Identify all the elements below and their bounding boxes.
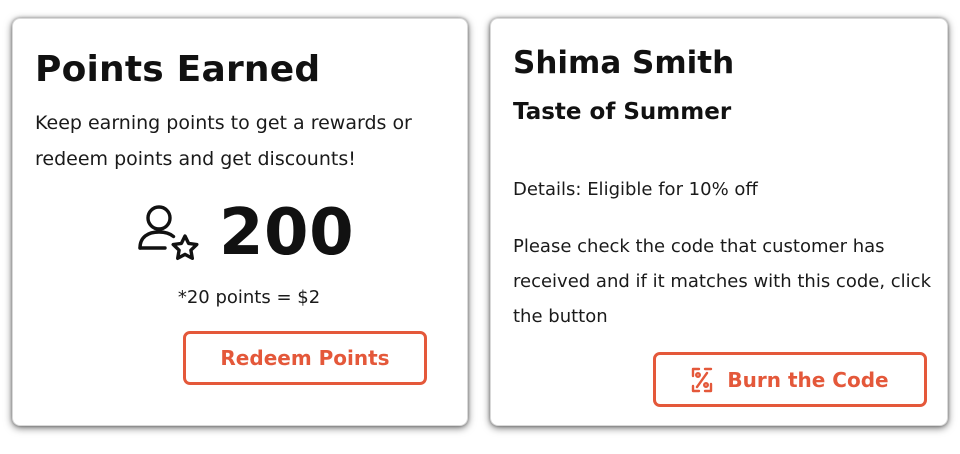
promotion-title: Taste of Summer — [513, 99, 732, 125]
burn-code-button[interactable]: Burn the Code — [653, 352, 927, 407]
percent-ticket-icon — [692, 367, 713, 392]
promotion-instructions: Please check the code that customer has … — [513, 236, 931, 327]
redeem-points-button[interactable]: Redeem Points — [183, 331, 427, 385]
points-earned-card: Points Earned Keep earning points to get… — [12, 18, 468, 426]
burn-code-button-label: Burn the Code — [727, 367, 889, 392]
user-star-icon — [138, 205, 199, 260]
customer-promotion-card: Shima Smith Taste of Summer Details: Eli… — [490, 18, 948, 426]
promotion-details: Details: Eligible for 10% off — [513, 179, 758, 200]
points-balance: 200 — [137, 197, 354, 269]
points-description: Keep earning points to get a rewards or … — [35, 112, 412, 170]
points-conversion-note: *20 points = $2 — [177, 287, 321, 308]
points-earned-title: Points Earned — [35, 49, 321, 90]
customer-name: Shima Smith — [513, 45, 735, 81]
points-value: 200 — [219, 196, 355, 270]
redeem-points-button-label: Redeem Points — [220, 346, 390, 370]
